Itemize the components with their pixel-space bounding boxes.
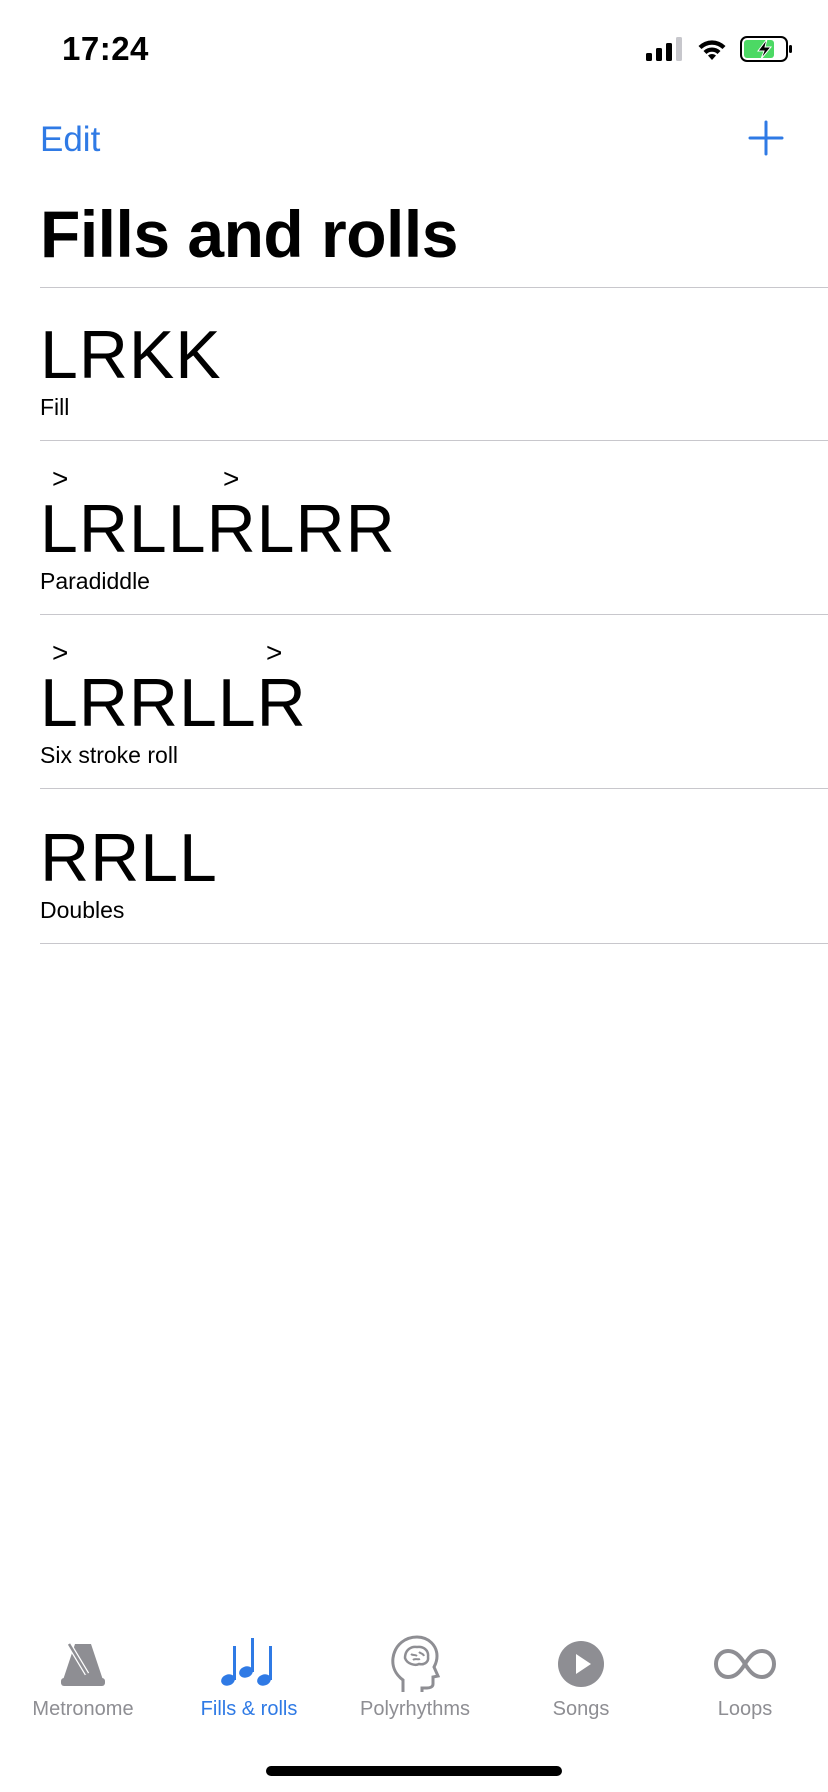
item-name: Paradiddle bbox=[40, 568, 150, 594]
tab-label: Songs bbox=[552, 1698, 610, 1720]
accent-mark: > bbox=[266, 637, 284, 668]
status-icons bbox=[646, 34, 794, 64]
tab-polyrhythms[interactable]: Polyrhythms bbox=[332, 1620, 498, 1730]
edit-button[interactable]: Edit bbox=[40, 120, 100, 160]
tab-label: Polyrhythms bbox=[359, 1698, 471, 1720]
tab-fills-and-rolls[interactable]: Fills & rolls bbox=[166, 1620, 332, 1730]
home-indicator bbox=[266, 1766, 562, 1776]
sticking-pattern: RRLL bbox=[40, 820, 218, 896]
status-bar: 17:24 bbox=[0, 0, 828, 100]
list-item[interactable]: LRKK Fill bbox=[40, 288, 828, 441]
accent-mark: > bbox=[223, 463, 241, 494]
page-title: Fills and rolls bbox=[40, 197, 458, 271]
tab-metronome[interactable]: Metronome bbox=[0, 1620, 166, 1730]
accent-mark: > bbox=[52, 463, 70, 494]
add-icon[interactable] bbox=[746, 118, 786, 158]
navigation-bar: Edit bbox=[0, 110, 828, 170]
battery-charging-icon bbox=[740, 36, 792, 62]
status-time: 17:24 bbox=[62, 30, 149, 67]
item-name: Doubles bbox=[40, 897, 125, 923]
metronome-icon bbox=[48, 1634, 118, 1694]
tab-label: Fills & rolls bbox=[200, 1698, 298, 1720]
fills-list: LRKK Fill LRLLRLRR > > Paradiddle LRRLLR… bbox=[40, 287, 828, 944]
wifi-icon bbox=[698, 40, 726, 60]
tab-loops[interactable]: Loops bbox=[662, 1620, 828, 1730]
tab-label: Metronome bbox=[32, 1698, 134, 1720]
brain-head-icon bbox=[380, 1634, 450, 1694]
list-item[interactable]: RRLL Doubles bbox=[40, 789, 828, 944]
music-notes-icon bbox=[214, 1634, 284, 1694]
sticking-pattern-wrapper: LRRLLR > > bbox=[40, 639, 307, 738]
infinity-icon bbox=[710, 1634, 780, 1694]
sticking-pattern: LRRLLR bbox=[40, 665, 307, 741]
cellular-signal-icon bbox=[646, 37, 682, 61]
sticking-pattern: LRKK bbox=[40, 317, 222, 393]
list-item[interactable]: LRRLLR > > Six stroke roll bbox=[40, 615, 828, 789]
item-name: Fill bbox=[40, 394, 70, 420]
sticking-pattern-wrapper: LRLLRLRR > > bbox=[40, 465, 396, 564]
item-name: Six stroke roll bbox=[40, 742, 179, 768]
play-circle-icon bbox=[546, 1634, 616, 1694]
tab-label: Loops bbox=[717, 1698, 773, 1720]
accent-mark: > bbox=[52, 637, 70, 668]
tab-songs[interactable]: Songs bbox=[498, 1620, 664, 1730]
list-item[interactable]: LRLLRLRR > > Paradiddle bbox=[40, 441, 828, 615]
sticking-pattern: LRLLRLRR bbox=[40, 491, 396, 567]
